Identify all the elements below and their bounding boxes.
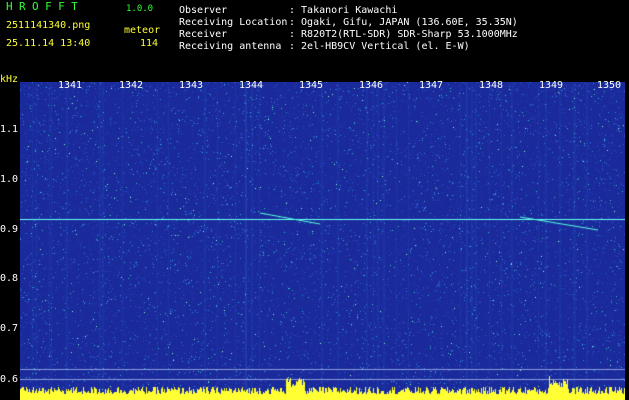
info-value-observer: : Takanori Kawachi — [289, 5, 398, 16]
freq-tick: 0.6 — [0, 374, 19, 385]
info-label-receiver: Receiver — [179, 29, 228, 40]
freq-tick: 0.8 — [0, 273, 19, 284]
time-tick: 1348 — [479, 80, 504, 91]
datetime: 25.11.14 13:40 — [6, 38, 91, 49]
info-label-observer: Observer — [179, 5, 228, 16]
info-value-location: : Ogaki, Gifu, JAPAN (136.60E, 35.35N) — [289, 17, 518, 28]
time-tick: 1345 — [299, 80, 324, 91]
spectrogram — [20, 82, 625, 400]
meteor-count: 114 — [139, 38, 158, 49]
time-tick: 1349 — [539, 80, 564, 91]
info-value-receiver: : R820T2(RTL-SDR) SDR-Sharp 53.1000MHz — [289, 29, 518, 40]
time-tick: 1343 — [179, 80, 204, 91]
info-label-location: Receiving Location — [179, 17, 288, 28]
freq-tick: 1.0 — [0, 174, 19, 185]
freq-tick: 0.7 — [0, 323, 19, 334]
freq-tick: 0.9 — [0, 224, 19, 235]
time-tick: 1346 — [359, 80, 384, 91]
file-name: 2511141340.png — [6, 20, 91, 31]
meteor-label: meteor — [124, 25, 161, 36]
app-version: 1.0.0 — [126, 4, 154, 14]
time-tick: 1347 — [419, 80, 444, 91]
app-title: HROFFT — [6, 0, 85, 13]
info-value-antenna: : 2el-HB9CV Vertical (el. E-W) — [289, 41, 470, 52]
time-tick: 1341 — [58, 80, 83, 91]
time-tick: 1342 — [119, 80, 144, 91]
time-tick: 1344 — [239, 80, 264, 91]
y-axis-unit: kHz — [0, 74, 19, 85]
info-label-antenna: Receiving antenna — [179, 41, 282, 52]
freq-tick: 1.1 — [0, 124, 19, 135]
time-tick: 1350 — [597, 80, 622, 91]
